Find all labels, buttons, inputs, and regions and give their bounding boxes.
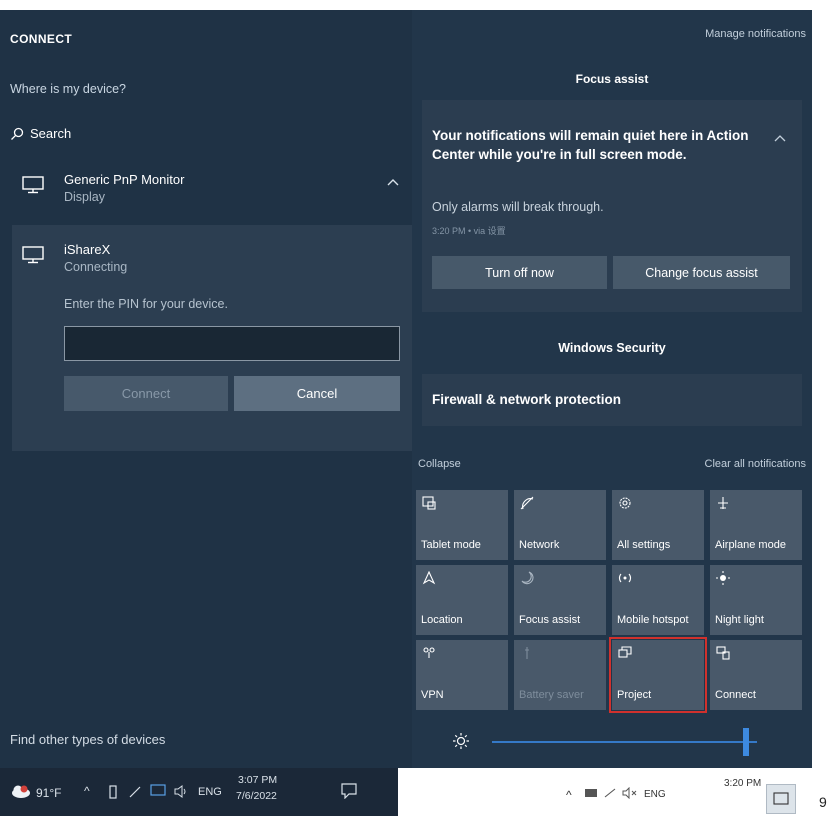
find-other-devices-link[interactable]: Find other types of devices [10, 732, 165, 747]
turn-off-now-button[interactable]: Turn off now [432, 256, 607, 289]
windows-security-header: Windows Security [558, 341, 666, 355]
search-icon [11, 127, 24, 140]
focus-subtext: Only alarms will break through. [432, 200, 604, 214]
pin-prompt: Enter the PIN for your device. [64, 297, 228, 311]
tile-label: Tablet mode [421, 539, 481, 551]
network-icon[interactable] [584, 788, 598, 798]
action-center-panel: Manage notifications Focus assist Your n… [412, 10, 812, 768]
tile-label: Airplane mode [715, 539, 786, 551]
isharex-device-panel: iShareX Connecting Enter the PIN for you… [12, 225, 412, 451]
device-generic-pnp-monitor[interactable]: Generic PnP Monitor Display [0, 172, 412, 212]
clock-date[interactable]: 7/6/2022 [236, 790, 277, 802]
weather-cloud-icon[interactable] [10, 783, 32, 799]
where-is-my-device-link[interactable]: Where is my device? [10, 82, 126, 96]
network-icon [520, 496, 534, 510]
language-indicator[interactable]: ENG [198, 786, 222, 798]
tile-all-settings[interactable]: All settings [612, 490, 704, 560]
tile-label: Battery saver [519, 689, 584, 701]
brightness-thumb[interactable] [743, 728, 750, 756]
notifications-button[interactable] [766, 784, 796, 814]
tile-label: Project [617, 689, 652, 701]
cancel-button[interactable]: Cancel [234, 376, 400, 411]
focus-message: Your notifications will remain quiet her… [432, 128, 749, 162]
device-name: iShareX [64, 242, 111, 257]
volume-muted-icon[interactable] [622, 787, 638, 799]
firewall-notification[interactable]: Firewall & network protection [422, 374, 802, 426]
tile-vpn[interactable]: VPN [416, 640, 508, 710]
tile-label: Location [421, 614, 463, 626]
battery-saver-icon [525, 647, 529, 659]
search-row[interactable]: Search [10, 126, 71, 141]
connect-icon [716, 646, 730, 660]
chevron-up-icon[interactable]: ^ [566, 788, 572, 802]
notification-time: 3:20 PM • via 设置 [432, 226, 506, 236]
location-icon [422, 571, 436, 585]
chevron-up-icon[interactable]: ^ [84, 784, 90, 798]
tile-tablet-mode[interactable]: Tablet mode [416, 490, 508, 560]
tile-label: Night light [715, 614, 764, 626]
pen-icon[interactable] [604, 788, 616, 798]
taskbar-left: 91°F ^ ENG 3:07 PM 7/6/2022 [0, 768, 398, 816]
pen-icon[interactable] [128, 785, 142, 799]
brightness-track[interactable] [492, 741, 757, 743]
gear-icon [619, 497, 631, 509]
tile-connect[interactable]: Connect [710, 640, 802, 710]
project-icon [618, 646, 632, 658]
device-status: Connecting [64, 260, 128, 274]
tile-label: Mobile hotspot [617, 614, 689, 626]
tile-battery-saver[interactable]: Battery saver [514, 640, 606, 710]
taskbar-right: ^ ENG 3:20 PM [412, 768, 812, 816]
tile-location[interactable]: Location [416, 565, 508, 635]
hotspot-icon [618, 573, 632, 583]
search-label: Search [30, 126, 72, 141]
language-indicator[interactable]: ENG [644, 789, 666, 800]
network-icon[interactable] [150, 784, 166, 798]
connect-button[interactable]: Connect [64, 376, 228, 411]
clear-all-notifications-link[interactable]: Clear all notifications [705, 458, 807, 470]
pin-input[interactable] [64, 326, 400, 361]
moon-icon [521, 571, 534, 585]
action-center-icon [773, 792, 789, 805]
tile-label: Focus assist [519, 614, 581, 626]
page-number: 9 [819, 794, 827, 810]
monitor-icon [22, 246, 44, 264]
tile-label: Network [519, 539, 560, 551]
volume-icon[interactable] [174, 785, 190, 798]
tile-network[interactable]: Network [514, 490, 606, 560]
clock-time[interactable]: 3:07 PM [238, 774, 277, 786]
brightness-icon [453, 733, 469, 749]
manage-notifications-link[interactable]: Manage notifications [705, 28, 806, 40]
chevron-up-icon[interactable] [774, 134, 786, 142]
tile-airplane-mode[interactable]: Airplane mode [710, 490, 802, 560]
collapse-link[interactable]: Collapse [418, 458, 461, 470]
connect-panel: CONNECT Where is my device? Search Gener… [0, 10, 412, 768]
tile-mobile-hotspot[interactable]: Mobile hotspot [612, 565, 704, 635]
sun-icon [716, 571, 730, 585]
focus-assist-notification[interactable]: Your notifications will remain quiet her… [422, 100, 802, 312]
screenshot-root: CONNECT Where is my device? Search Gener… [0, 0, 832, 816]
tile-project[interactable]: Project [609, 637, 707, 713]
connect-title: CONNECT [10, 32, 73, 46]
weather-temperature[interactable]: 91°F [36, 786, 61, 800]
action-center-icon[interactable] [340, 783, 358, 799]
focus-assist-header: Focus assist [575, 72, 649, 86]
device-isharex[interactable]: iShareX Connecting [0, 242, 412, 282]
change-focus-assist-button[interactable]: Change focus assist [613, 256, 790, 289]
usb-icon[interactable] [108, 785, 118, 799]
chevron-up-icon[interactable] [387, 178, 399, 186]
brightness-slider[interactable] [412, 715, 812, 765]
airplane-icon [718, 497, 728, 509]
tile-label: Connect [715, 689, 756, 701]
tile-night-light[interactable]: Night light [710, 565, 802, 635]
device-type: Display [64, 190, 105, 204]
tile-label: VPN [421, 689, 444, 701]
tablet-mode-icon [422, 496, 436, 510]
firewall-title: Firewall & network protection [432, 392, 622, 407]
tile-focus-assist[interactable]: Focus assist [514, 565, 606, 635]
monitor-icon [22, 176, 44, 194]
tile-label: All settings [617, 539, 671, 551]
clock-time[interactable]: 3:20 PM [724, 778, 761, 789]
device-name: Generic PnP Monitor [64, 172, 185, 187]
vpn-icon [423, 647, 435, 658]
